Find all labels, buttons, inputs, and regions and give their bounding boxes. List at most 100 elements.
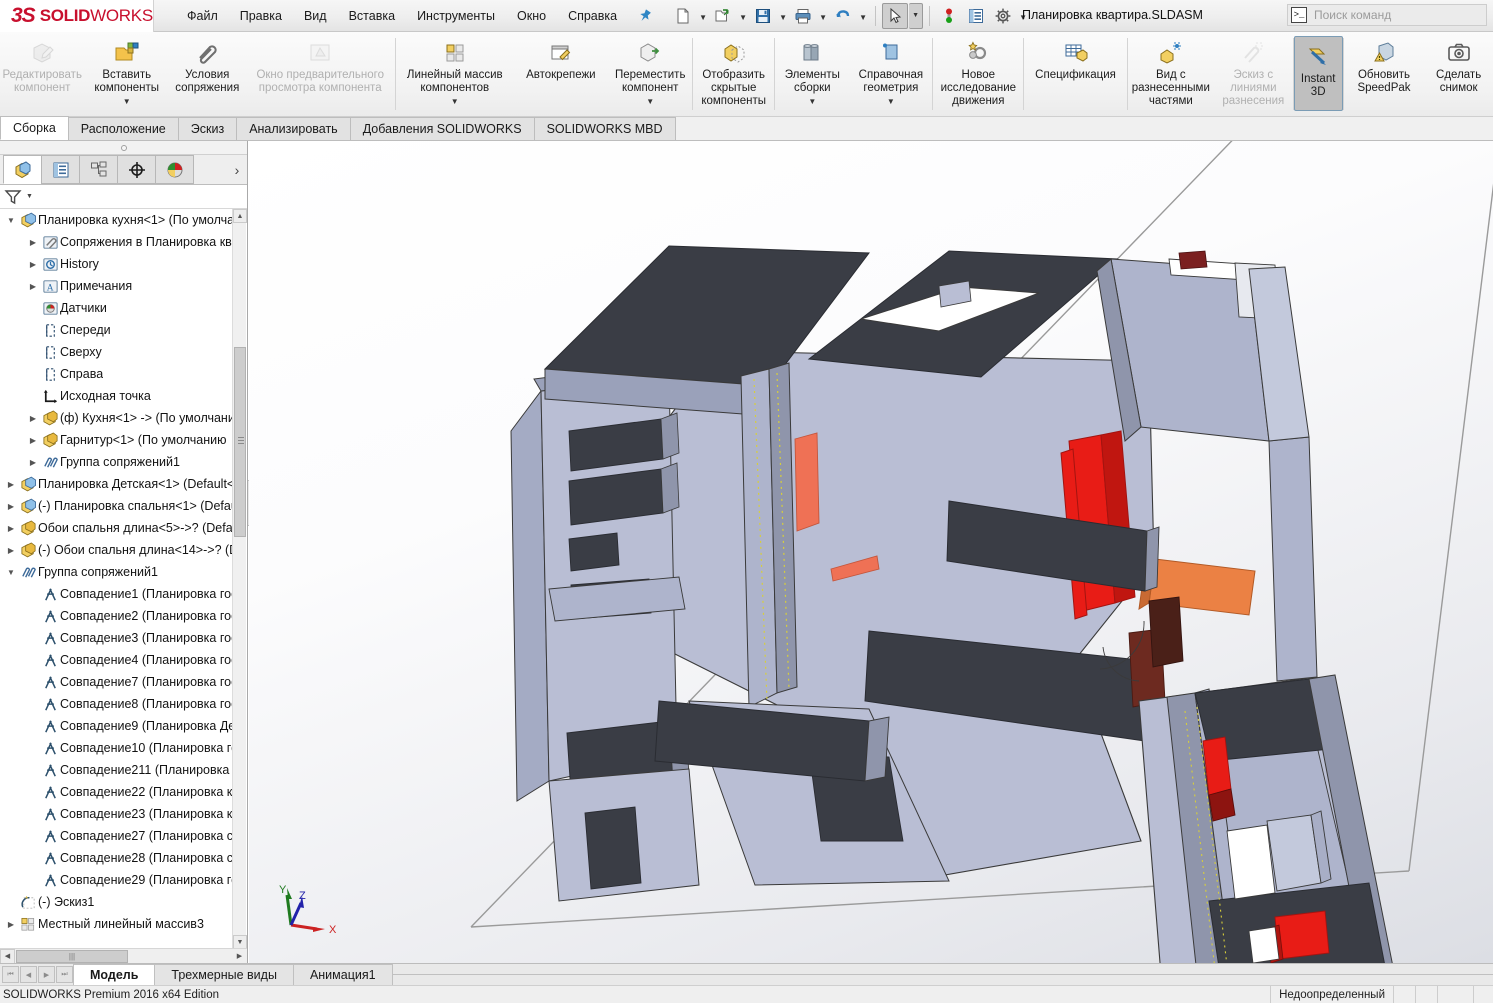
feature-tree-item[interactable]: ▶ Группа сопряжений1 <box>0 451 247 473</box>
assembly-features-button[interactable]: Элементы сборки ▼ <box>775 32 850 116</box>
tab-solidworks-addins[interactable]: Добавления SOLIDWORKS <box>349 117 535 140</box>
expand-arrow-icon[interactable]: ▶ <box>26 238 40 247</box>
zoom-to-fit-icon[interactable] <box>719 141 743 143</box>
feature-tree-item[interactable]: Совпадение211 (Планировка к <box>0 759 247 781</box>
feature-tree-item[interactable]: ▼ Планировка кухня<1> (По умолча <box>0 209 247 231</box>
collapse-arrow-icon[interactable]: ▼ <box>4 568 18 577</box>
doc-tab-animation1[interactable]: Анимация1 <box>292 964 393 985</box>
mate-button[interactable]: Условия сопряжения <box>169 32 246 116</box>
menu-item-tools[interactable]: Инструменты <box>406 5 506 27</box>
linear-pattern-caret-icon[interactable]: ▼ <box>451 97 459 106</box>
feature-tree-item[interactable]: Исходная точка <box>0 385 247 407</box>
panel-collapse-grip[interactable] <box>0 141 247 155</box>
scroll-left-icon[interactable]: ◀ <box>0 948 15 964</box>
feature-tree-item[interactable]: (-) Эскиз1 <box>0 891 247 913</box>
hide-show-items-caret-icon[interactable]: ▼ <box>934 141 944 143</box>
update-speedpak-button[interactable]: Обновить SpeedPak <box>1344 32 1425 116</box>
settings-gear-icon[interactable] <box>990 3 1016 29</box>
feature-tree-item[interactable]: Совпадение3 (Планировка гос <box>0 627 247 649</box>
expand-arrow-icon[interactable]: ▶ <box>4 524 18 533</box>
tab-evaluate[interactable]: Анализировать <box>236 117 351 140</box>
hide-show-items-icon[interactable] <box>907 141 931 143</box>
feature-tree-item[interactable]: ▶ (-) Планировка спальня<1> (Defau <box>0 495 247 517</box>
feature-tree-item[interactable]: Совпадение8 (Планировка гос <box>0 693 247 715</box>
feature-tree-item[interactable]: Совпадение1 (Планировка гос <box>0 583 247 605</box>
new-motion-study-button[interactable]: Новое исследование движения <box>933 32 1023 116</box>
open-document-caret-icon[interactable]: ▼ <box>737 3 749 29</box>
insert-components-button[interactable]: Вставить компоненты ▼ <box>84 32 168 116</box>
select-arrow-icon[interactable] <box>882 2 909 29</box>
feature-manager-tab[interactable] <box>3 155 42 184</box>
save-caret-icon[interactable]: ▼ <box>777 3 789 29</box>
feature-tree-item[interactable]: ▶ (-) Обои спальня длина<14>->? (D <box>0 539 247 561</box>
expand-arrow-icon[interactable]: ▶ <box>4 920 18 929</box>
dimxpert-manager-tab[interactable] <box>117 155 156 184</box>
linear-component-pattern-button[interactable]: Линейный массив компонентов ▼ <box>396 32 514 116</box>
take-snapshot-button[interactable]: Сделать снимок <box>1424 32 1493 116</box>
feature-tree-item[interactable]: Спереди <box>0 319 247 341</box>
view-orientation-caret-icon[interactable]: ▼ <box>894 141 904 143</box>
bill-of-materials-button[interactable]: Спецификация <box>1024 32 1126 116</box>
feature-tree[interactable]: ▼ Планировка кухня<1> (По умолча ▶ Сопряжен… <box>0 209 247 949</box>
feature-tree-item[interactable]: ▶ (ф) Кухня<1> -> (По умолчани <box>0 407 247 429</box>
menu-item-window[interactable]: Окно <box>506 5 557 27</box>
assembly-features-caret-icon[interactable]: ▼ <box>808 97 816 106</box>
feature-tree-item[interactable]: ▶ Планировка Детская<1> (Default< <box>0 473 247 495</box>
new-document-icon[interactable] <box>670 3 696 29</box>
scroll-up-icon[interactable]: ▲ <box>233 209 247 223</box>
insert-components-caret-icon[interactable]: ▼ <box>123 97 131 106</box>
feature-tree-item[interactable]: ▶ Сопряжения в Планировка кв <box>0 231 247 253</box>
next-tab-icon[interactable]: ▶ <box>38 966 55 983</box>
feature-tree-item[interactable]: ▶ Гарнитур<1> (По умолчанию <box>0 429 247 451</box>
component-preview-button[interactable]: Окно предварительного просмотра компонен… <box>246 32 395 116</box>
expand-arrow-icon[interactable]: ▶ <box>26 414 40 423</box>
command-search-box[interactable]: >_ Поиск команд <box>1287 4 1487 26</box>
expand-arrow-icon[interactable]: ▶ <box>26 282 40 291</box>
feature-tree-item[interactable]: Совпадение7 (Планировка гос <box>0 671 247 693</box>
expand-arrow-icon[interactable]: ▶ <box>4 546 18 555</box>
tab-assembly[interactable]: Сборка <box>0 116 69 140</box>
tab-solidworks-mbd[interactable]: SOLIDWORKS MBD <box>533 117 676 140</box>
move-component-button[interactable]: Переместить компонент ▼ <box>608 32 692 116</box>
collapse-arrow-icon[interactable]: ▼ <box>4 216 18 225</box>
menu-item-view[interactable]: Вид <box>293 5 338 27</box>
graphics-viewport[interactable]: ▼ ▼ ▼ ▼ ▼ ◁ ▷ — ❐ <box>249 141 1493 963</box>
undo-caret-icon[interactable]: ▼ <box>857 3 869 29</box>
feature-tree-item[interactable]: Сверху <box>0 341 247 363</box>
show-hidden-components-button[interactable]: Отобразить скрытые компоненты <box>693 32 774 116</box>
print-icon[interactable] <box>790 3 816 29</box>
feature-tree-item[interactable]: Совпадение4 (Планировка гос <box>0 649 247 671</box>
menu-item-file[interactable]: Файл <box>176 5 229 27</box>
expand-arrow-icon[interactable]: ▶ <box>4 480 18 489</box>
view-orientation-cube-icon[interactable] <box>867 141 891 143</box>
expand-arrow-icon[interactable]: ▶ <box>26 458 40 467</box>
display-manager-tab[interactable] <box>155 155 194 184</box>
view-settings-caret-icon[interactable]: ▼ <box>1041 141 1051 143</box>
tab-sketch[interactable]: Эскиз <box>177 117 238 140</box>
menu-item-edit[interactable]: Правка <box>229 5 293 27</box>
edit-component-button[interactable]: Редактировать компонент <box>0 32 84 116</box>
doc-tab-3d-views[interactable]: Трехмерные виды <box>154 964 294 985</box>
feature-tree-item[interactable]: Совпадение27 (Планировка сп <box>0 825 247 847</box>
print-caret-icon[interactable]: ▼ <box>817 3 829 29</box>
open-document-icon[interactable] <box>710 3 736 29</box>
doc-tab-model[interactable]: Модель <box>73 964 156 985</box>
smart-fasteners-button[interactable]: Автокрепежи <box>514 32 608 116</box>
feature-tree-item[interactable]: ▶ Обои спальня длина<5>->? (Defau <box>0 517 247 539</box>
feature-tree-filter-bar[interactable]: ▼ <box>0 185 247 209</box>
undo-icon[interactable] <box>830 3 856 29</box>
zoom-to-area-icon[interactable] <box>746 141 770 143</box>
feature-tree-item[interactable]: Совпадение22 (Планировка ку <box>0 781 247 803</box>
apartment-floor-plan-3d-model[interactable]: X Y Z <box>249 141 1493 963</box>
apply-scene-caret-icon[interactable]: ▼ <box>1001 141 1011 143</box>
first-tab-icon[interactable]: ⏮ <box>2 966 19 983</box>
feature-tree-item[interactable]: Совпадение9 (Планировка Дет <box>0 715 247 737</box>
feature-tree-item[interactable]: Справа <box>0 363 247 385</box>
save-icon[interactable] <box>750 3 776 29</box>
section-view-icon[interactable] <box>773 141 797 143</box>
view-settings-icon[interactable] <box>1014 141 1038 143</box>
explode-line-sketch-button[interactable]: Эскиз с линиями разнесения <box>1214 32 1293 116</box>
new-document-caret-icon[interactable]: ▼ <box>697 3 709 29</box>
feature-tree-item[interactable]: Совпадение2 (Планировка гос <box>0 605 247 627</box>
status-resize-grip[interactable] <box>1473 986 1491 1003</box>
